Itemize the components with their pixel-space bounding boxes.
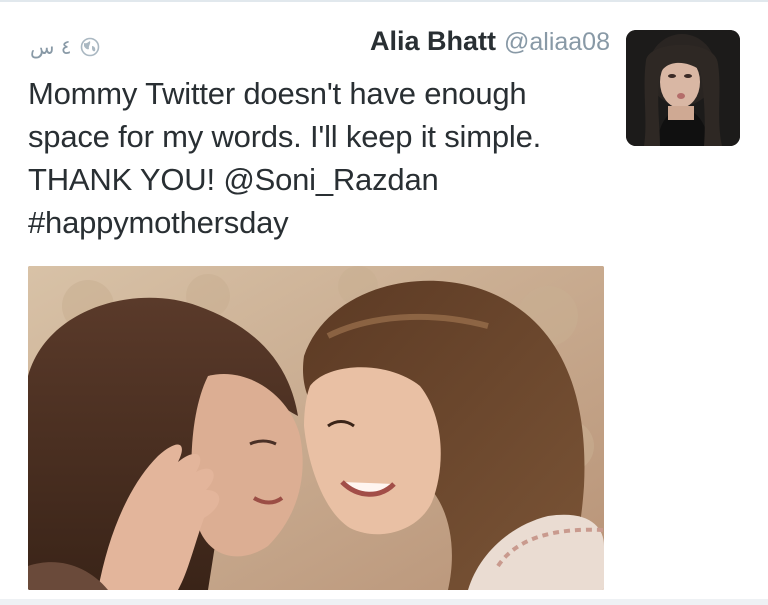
- globe-icon: [80, 37, 99, 57]
- tweet-timestamp[interactable]: ٤ س: [30, 35, 72, 59]
- tweet-media-photo[interactable]: [28, 266, 604, 590]
- bottom-divider: [0, 599, 768, 605]
- avatar[interactable]: [626, 30, 740, 146]
- tweet-text: Mommy Twitter doesn't have enough space …: [28, 76, 542, 240]
- media-image: [28, 266, 604, 590]
- avatar-image: [626, 30, 740, 146]
- author-handle[interactable]: @aliaa08: [504, 28, 610, 57]
- author-display-name[interactable]: Alia Bhatt: [370, 26, 496, 57]
- tweet-meta: ٤ س: [30, 30, 100, 64]
- tweet-card[interactable]: ٤ س Alia Bhatt @aliaa08 Mommy Twitter do…: [0, 0, 768, 599]
- tweet-author[interactable]: Alia Bhatt @aliaa08: [370, 26, 610, 66]
